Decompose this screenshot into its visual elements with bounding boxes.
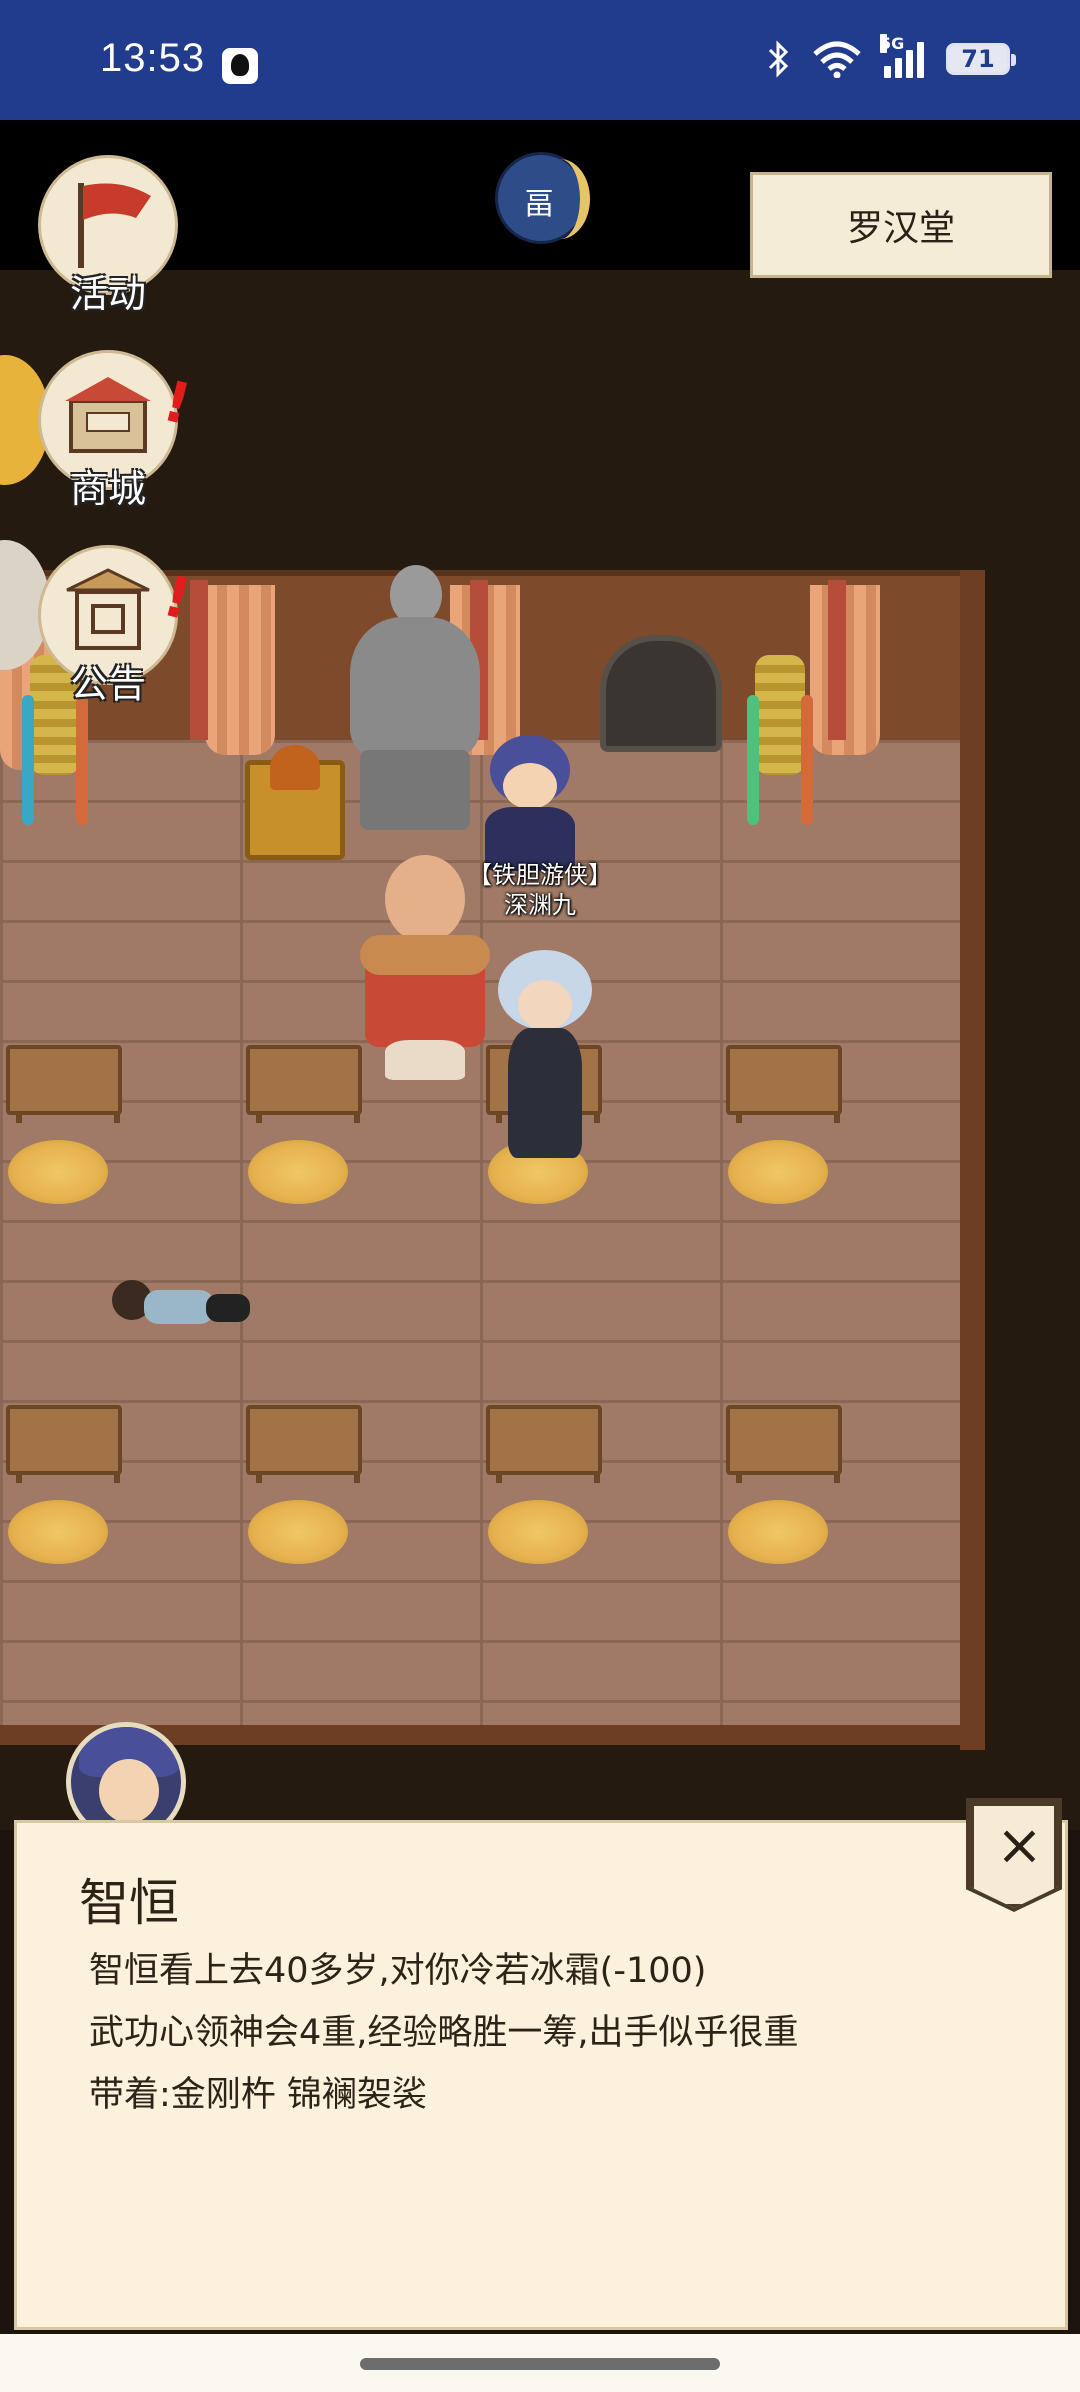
low-table — [6, 1405, 122, 1483]
qq-icon — [222, 48, 258, 84]
npc-description-line: 武功心领神会4重,经验略胜一筹,出手似乎很重 — [89, 2013, 799, 2053]
prayer-cushion — [728, 1140, 828, 1204]
moon-char: 畐 — [524, 187, 554, 222]
wifi-icon — [813, 41, 861, 78]
low-table — [6, 1045, 122, 1123]
pillar — [828, 580, 846, 740]
npc-white-hair-swordsman[interactable] — [490, 950, 600, 1165]
bluetooth-icon — [768, 40, 789, 78]
status-bar: 13:53 5G 71 — [0, 0, 1080, 120]
menu-shop-button[interactable]: ! 商城 — [38, 350, 197, 511]
low-table — [486, 1405, 602, 1483]
moon-time-icon[interactable]: 畐 — [495, 152, 590, 244]
low-table — [246, 1045, 362, 1123]
low-table — [726, 1045, 842, 1123]
npc-info-panel: 智恒 智恒看上去40多岁,对你冷若冰霜(-100) 武功心领神会4重,经验略胜一… — [14, 1820, 1068, 2330]
menu-notice-button[interactable]: ! 公告 — [38, 545, 197, 706]
low-table — [246, 1405, 362, 1483]
prayer-cushion — [248, 1500, 348, 1564]
fallen-body[interactable] — [110, 1270, 250, 1340]
menu-activity-label: 活动 — [69, 272, 146, 316]
npc-description-line: 智恒看上去40多岁,对你冷若冰霜(-100) — [89, 1951, 707, 1991]
battery-icon: 71 — [946, 43, 1016, 75]
room-right-wall — [960, 570, 985, 1750]
low-table — [726, 1405, 842, 1483]
home-gesture-handle[interactable] — [360, 2358, 720, 2370]
meditation-chair — [245, 745, 345, 860]
npc-monk-zhiheng[interactable] — [355, 855, 495, 1085]
round-door[interactable] — [600, 635, 722, 752]
close-icon: × — [996, 1813, 1043, 1878]
prayer-cushion — [728, 1500, 828, 1564]
menu-notice-label: 公告 — [69, 662, 146, 706]
curtain — [205, 585, 275, 755]
menu-shop-label: 商城 — [69, 467, 146, 511]
network-type-label: 5G — [880, 34, 905, 53]
pillar — [190, 580, 208, 740]
prayer-cushion — [8, 1500, 108, 1564]
prayer-wheel — [747, 655, 813, 825]
menu-activity-button[interactable]: 活动 — [38, 155, 178, 316]
prayer-cushion — [488, 1500, 588, 1564]
battery-level: 71 — [961, 45, 995, 73]
npc-description-line: 带着:金刚杵 锦襕袈裟 — [89, 2075, 427, 2115]
prayer-cushion — [248, 1140, 348, 1204]
prayer-cushion — [8, 1140, 108, 1204]
npc-name: 智恒 — [79, 1874, 179, 1932]
status-time: 13:53 — [100, 36, 206, 80]
player-character[interactable] — [465, 735, 595, 875]
signal-icon: 5G — [880, 34, 924, 78]
location-label[interactable]: 罗汉堂 — [750, 172, 1052, 278]
close-button[interactable]: × — [970, 1802, 1058, 1908]
